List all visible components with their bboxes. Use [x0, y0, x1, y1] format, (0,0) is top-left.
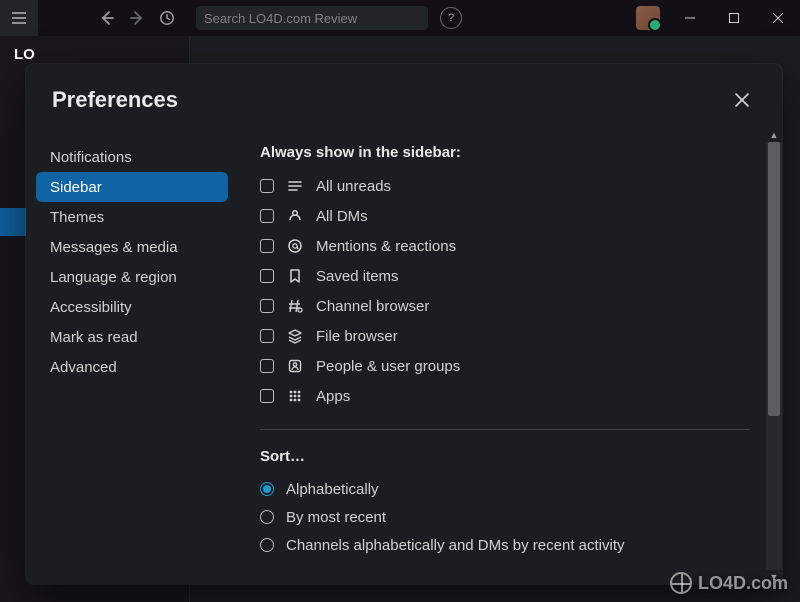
radio[interactable]: [260, 482, 274, 496]
checkbox-label: Apps: [316, 388, 350, 405]
checkbox-label: All unreads: [316, 178, 391, 195]
prefs-nav-item[interactable]: Advanced: [36, 352, 228, 382]
checkbox[interactable]: [260, 329, 274, 343]
modal-body: NotificationsSidebarThemesMessages & med…: [26, 128, 782, 584]
section-title-sort: Sort…: [260, 448, 776, 465]
checkbox[interactable]: [260, 269, 274, 283]
prefs-nav-item[interactable]: Language & region: [36, 262, 228, 292]
preferences-nav: NotificationsSidebarThemesMessages & med…: [26, 128, 236, 584]
prefs-nav-item[interactable]: Messages & media: [36, 232, 228, 262]
checkbox-label: File browser: [316, 328, 398, 345]
divider: [260, 429, 750, 430]
checkbox-label: Channel browser: [316, 298, 429, 315]
scrollbar[interactable]: ▲ ▼: [766, 128, 782, 584]
prefs-nav-item[interactable]: Themes: [36, 202, 228, 232]
radio-row[interactable]: Channels alphabetically and DMs by recen…: [260, 531, 776, 559]
radio-row[interactable]: Alphabetically: [260, 475, 776, 503]
checkbox-row[interactable]: Channel browser: [260, 291, 776, 321]
radio[interactable]: [260, 538, 274, 552]
checkbox-label: All DMs: [316, 208, 368, 225]
bookmark-icon: [286, 268, 304, 284]
all-unreads-icon: [286, 178, 304, 194]
section-title-show-in-sidebar: Always show in the sidebar:: [260, 144, 776, 161]
checkbox[interactable]: [260, 179, 274, 193]
prefs-nav-item[interactable]: Sidebar: [36, 172, 228, 202]
people-icon: [286, 358, 304, 374]
modal-title: Preferences: [52, 87, 178, 113]
channel-browser-icon: [286, 298, 304, 314]
scroll-down-arrow[interactable]: ▼: [766, 570, 782, 584]
prefs-nav-item[interactable]: Accessibility: [36, 292, 228, 322]
all-dms-icon: [286, 208, 304, 224]
checkbox[interactable]: [260, 209, 274, 223]
checkbox-label: Mentions & reactions: [316, 238, 456, 255]
preferences-content: Always show in the sidebar: All unreads A…: [236, 128, 782, 584]
checkbox-row[interactable]: People & user groups: [260, 351, 776, 381]
radio-row[interactable]: By most recent: [260, 503, 776, 531]
checkbox-row[interactable]: All unreads: [260, 171, 776, 201]
checkbox-row[interactable]: File browser: [260, 321, 776, 351]
checkbox-label: Saved items: [316, 268, 399, 285]
checkbox[interactable]: [260, 299, 274, 313]
mentions-icon: [286, 238, 304, 254]
checkbox-row[interactable]: Mentions & reactions: [260, 231, 776, 261]
radio[interactable]: [260, 510, 274, 524]
scroll-track[interactable]: [766, 142, 782, 570]
checkbox-row[interactable]: Apps: [260, 381, 776, 411]
checkbox[interactable]: [260, 239, 274, 253]
checkbox-row[interactable]: Saved items: [260, 261, 776, 291]
checkbox-row[interactable]: All DMs: [260, 201, 776, 231]
prefs-nav-item[interactable]: Mark as read: [36, 322, 228, 352]
checkbox-label: People & user groups: [316, 358, 460, 375]
close-icon: [735, 93, 749, 107]
prefs-nav-item[interactable]: Notifications: [36, 142, 228, 172]
modal-backdrop: Preferences NotificationsSidebarThemesMe…: [0, 0, 800, 602]
modal-close-button[interactable]: [728, 86, 756, 114]
radio-label: Channels alphabetically and DMs by recen…: [286, 537, 625, 554]
checkbox[interactable]: [260, 359, 274, 373]
modal-header: Preferences: [26, 64, 782, 128]
radio-label: By most recent: [286, 509, 386, 526]
scroll-up-arrow[interactable]: ▲: [766, 128, 782, 142]
radio-label: Alphabetically: [286, 481, 379, 498]
checkbox[interactable]: [260, 389, 274, 403]
apps-grid-icon: [286, 388, 304, 404]
file-browser-icon: [286, 328, 304, 344]
preferences-modal: Preferences NotificationsSidebarThemesMe…: [26, 64, 782, 584]
scroll-thumb[interactable]: [768, 142, 780, 416]
